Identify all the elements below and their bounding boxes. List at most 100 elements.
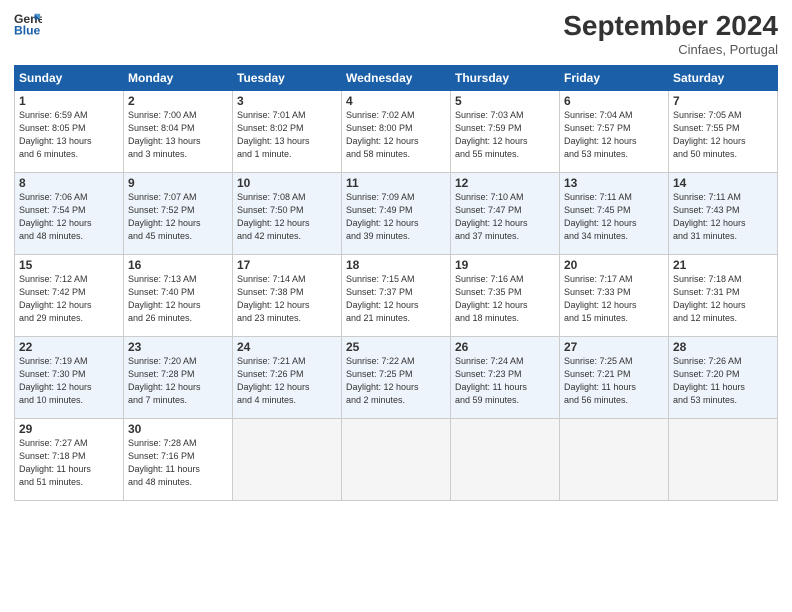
calendar-cell: 27Sunrise: 7:25 AM Sunset: 7:21 PM Dayli… xyxy=(560,337,669,419)
calendar-cell: 23Sunrise: 7:20 AM Sunset: 7:28 PM Dayli… xyxy=(124,337,233,419)
day-info: Sunrise: 7:11 AM Sunset: 7:45 PM Dayligh… xyxy=(564,191,664,243)
calendar-cell: 3Sunrise: 7:01 AM Sunset: 8:02 PM Daylig… xyxy=(233,91,342,173)
day-info: Sunrise: 7:27 AM Sunset: 7:18 PM Dayligh… xyxy=(19,437,119,489)
calendar-cell xyxy=(342,419,451,501)
calendar-cell: 11Sunrise: 7:09 AM Sunset: 7:49 PM Dayli… xyxy=(342,173,451,255)
col-tuesday: Tuesday xyxy=(233,66,342,91)
calendar-cell: 30Sunrise: 7:28 AM Sunset: 7:16 PM Dayli… xyxy=(124,419,233,501)
day-info: Sunrise: 7:01 AM Sunset: 8:02 PM Dayligh… xyxy=(237,109,337,161)
day-info: Sunrise: 7:14 AM Sunset: 7:38 PM Dayligh… xyxy=(237,273,337,325)
day-number: 24 xyxy=(237,340,337,354)
day-number: 9 xyxy=(128,176,228,190)
day-number: 18 xyxy=(346,258,446,272)
day-number: 7 xyxy=(673,94,773,108)
calendar-cell: 18Sunrise: 7:15 AM Sunset: 7:37 PM Dayli… xyxy=(342,255,451,337)
day-info: Sunrise: 7:02 AM Sunset: 8:00 PM Dayligh… xyxy=(346,109,446,161)
day-number: 23 xyxy=(128,340,228,354)
calendar-cell: 8Sunrise: 7:06 AM Sunset: 7:54 PM Daylig… xyxy=(15,173,124,255)
page: General Blue September 2024 Cinfaes, Por… xyxy=(0,0,792,612)
col-saturday: Saturday xyxy=(669,66,778,91)
day-number: 17 xyxy=(237,258,337,272)
col-thursday: Thursday xyxy=(451,66,560,91)
month-title: September 2024 xyxy=(563,10,778,42)
day-info: Sunrise: 7:15 AM Sunset: 7:37 PM Dayligh… xyxy=(346,273,446,325)
calendar-cell: 9Sunrise: 7:07 AM Sunset: 7:52 PM Daylig… xyxy=(124,173,233,255)
day-number: 25 xyxy=(346,340,446,354)
calendar-cell: 24Sunrise: 7:21 AM Sunset: 7:26 PM Dayli… xyxy=(233,337,342,419)
day-info: Sunrise: 7:20 AM Sunset: 7:28 PM Dayligh… xyxy=(128,355,228,407)
day-number: 8 xyxy=(19,176,119,190)
day-info: Sunrise: 7:11 AM Sunset: 7:43 PM Dayligh… xyxy=(673,191,773,243)
day-number: 4 xyxy=(346,94,446,108)
calendar-cell: 10Sunrise: 7:08 AM Sunset: 7:50 PM Dayli… xyxy=(233,173,342,255)
day-number: 20 xyxy=(564,258,664,272)
day-info: Sunrise: 7:09 AM Sunset: 7:49 PM Dayligh… xyxy=(346,191,446,243)
calendar-cell: 19Sunrise: 7:16 AM Sunset: 7:35 PM Dayli… xyxy=(451,255,560,337)
day-info: Sunrise: 7:18 AM Sunset: 7:31 PM Dayligh… xyxy=(673,273,773,325)
day-number: 11 xyxy=(346,176,446,190)
day-number: 14 xyxy=(673,176,773,190)
day-number: 16 xyxy=(128,258,228,272)
day-info: Sunrise: 6:59 AM Sunset: 8:05 PM Dayligh… xyxy=(19,109,119,161)
logo: General Blue xyxy=(14,10,42,38)
day-number: 21 xyxy=(673,258,773,272)
week-row-4: 22Sunrise: 7:19 AM Sunset: 7:30 PM Dayli… xyxy=(15,337,778,419)
calendar-cell xyxy=(451,419,560,501)
logo-icon: General Blue xyxy=(14,10,42,38)
calendar-cell: 26Sunrise: 7:24 AM Sunset: 7:23 PM Dayli… xyxy=(451,337,560,419)
day-info: Sunrise: 7:08 AM Sunset: 7:50 PM Dayligh… xyxy=(237,191,337,243)
calendar-cell: 5Sunrise: 7:03 AM Sunset: 7:59 PM Daylig… xyxy=(451,91,560,173)
day-info: Sunrise: 7:13 AM Sunset: 7:40 PM Dayligh… xyxy=(128,273,228,325)
day-info: Sunrise: 7:06 AM Sunset: 7:54 PM Dayligh… xyxy=(19,191,119,243)
day-number: 12 xyxy=(455,176,555,190)
calendar-cell: 25Sunrise: 7:22 AM Sunset: 7:25 PM Dayli… xyxy=(342,337,451,419)
calendar-cell: 2Sunrise: 7:00 AM Sunset: 8:04 PM Daylig… xyxy=(124,91,233,173)
calendar-cell: 20Sunrise: 7:17 AM Sunset: 7:33 PM Dayli… xyxy=(560,255,669,337)
calendar-cell: 15Sunrise: 7:12 AM Sunset: 7:42 PM Dayli… xyxy=(15,255,124,337)
calendar: Sunday Monday Tuesday Wednesday Thursday… xyxy=(14,65,778,501)
col-friday: Friday xyxy=(560,66,669,91)
calendar-cell: 6Sunrise: 7:04 AM Sunset: 7:57 PM Daylig… xyxy=(560,91,669,173)
day-number: 13 xyxy=(564,176,664,190)
day-info: Sunrise: 7:00 AM Sunset: 8:04 PM Dayligh… xyxy=(128,109,228,161)
col-monday: Monday xyxy=(124,66,233,91)
header-row: Sunday Monday Tuesday Wednesday Thursday… xyxy=(15,66,778,91)
calendar-cell: 29Sunrise: 7:27 AM Sunset: 7:18 PM Dayli… xyxy=(15,419,124,501)
calendar-cell: 13Sunrise: 7:11 AM Sunset: 7:45 PM Dayli… xyxy=(560,173,669,255)
day-number: 28 xyxy=(673,340,773,354)
calendar-cell: 17Sunrise: 7:14 AM Sunset: 7:38 PM Dayli… xyxy=(233,255,342,337)
calendar-cell: 21Sunrise: 7:18 AM Sunset: 7:31 PM Dayli… xyxy=(669,255,778,337)
day-info: Sunrise: 7:03 AM Sunset: 7:59 PM Dayligh… xyxy=(455,109,555,161)
week-row-5: 29Sunrise: 7:27 AM Sunset: 7:18 PM Dayli… xyxy=(15,419,778,501)
title-area: September 2024 Cinfaes, Portugal xyxy=(563,10,778,57)
day-number: 30 xyxy=(128,422,228,436)
calendar-cell: 7Sunrise: 7:05 AM Sunset: 7:55 PM Daylig… xyxy=(669,91,778,173)
calendar-cell xyxy=(669,419,778,501)
week-row-3: 15Sunrise: 7:12 AM Sunset: 7:42 PM Dayli… xyxy=(15,255,778,337)
calendar-cell: 4Sunrise: 7:02 AM Sunset: 8:00 PM Daylig… xyxy=(342,91,451,173)
day-info: Sunrise: 7:17 AM Sunset: 7:33 PM Dayligh… xyxy=(564,273,664,325)
svg-text:Blue: Blue xyxy=(14,23,41,37)
day-info: Sunrise: 7:12 AM Sunset: 7:42 PM Dayligh… xyxy=(19,273,119,325)
day-number: 3 xyxy=(237,94,337,108)
day-number: 10 xyxy=(237,176,337,190)
calendar-cell: 28Sunrise: 7:26 AM Sunset: 7:20 PM Dayli… xyxy=(669,337,778,419)
day-number: 22 xyxy=(19,340,119,354)
day-info: Sunrise: 7:21 AM Sunset: 7:26 PM Dayligh… xyxy=(237,355,337,407)
calendar-cell xyxy=(560,419,669,501)
day-number: 1 xyxy=(19,94,119,108)
col-wednesday: Wednesday xyxy=(342,66,451,91)
week-row-2: 8Sunrise: 7:06 AM Sunset: 7:54 PM Daylig… xyxy=(15,173,778,255)
day-number: 27 xyxy=(564,340,664,354)
day-info: Sunrise: 7:05 AM Sunset: 7:55 PM Dayligh… xyxy=(673,109,773,161)
calendar-cell: 22Sunrise: 7:19 AM Sunset: 7:30 PM Dayli… xyxy=(15,337,124,419)
subtitle: Cinfaes, Portugal xyxy=(563,42,778,57)
calendar-cell xyxy=(233,419,342,501)
day-info: Sunrise: 7:28 AM Sunset: 7:16 PM Dayligh… xyxy=(128,437,228,489)
calendar-body: 1Sunrise: 6:59 AM Sunset: 8:05 PM Daylig… xyxy=(15,91,778,501)
day-number: 15 xyxy=(19,258,119,272)
day-info: Sunrise: 7:07 AM Sunset: 7:52 PM Dayligh… xyxy=(128,191,228,243)
day-number: 29 xyxy=(19,422,119,436)
day-info: Sunrise: 7:04 AM Sunset: 7:57 PM Dayligh… xyxy=(564,109,664,161)
day-info: Sunrise: 7:19 AM Sunset: 7:30 PM Dayligh… xyxy=(19,355,119,407)
